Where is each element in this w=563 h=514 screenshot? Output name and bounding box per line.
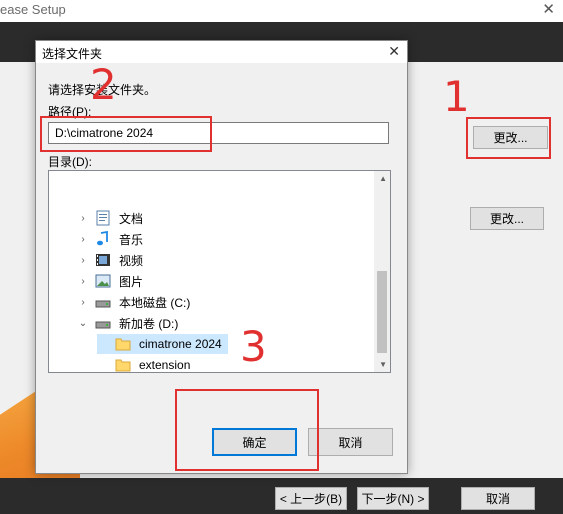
scroll-down-icon[interactable]: ▼ xyxy=(379,360,387,369)
background-window-title: ease Setup xyxy=(0,2,66,17)
document-icon xyxy=(95,210,111,226)
folder-icon xyxy=(115,357,131,372)
picture-icon xyxy=(95,273,111,289)
drive-icon xyxy=(95,315,111,331)
next-button[interactable]: 下一步(N) > xyxy=(357,487,429,510)
tree-item[interactable]: › 本地磁盘 (C:) xyxy=(77,292,194,312)
annotation-step-1: 1 xyxy=(443,72,470,121)
tree-item[interactable]: extension xyxy=(97,355,194,372)
expand-chevron-icon[interactable]: › xyxy=(77,297,89,308)
tree-item-label: 文档 xyxy=(119,211,144,226)
tree-item-label: 新加卷 (D:) xyxy=(119,316,179,331)
expanded-chevron-icon[interactable]: ⌄ xyxy=(77,318,89,329)
background-close-icon[interactable]: ✕ xyxy=(542,0,555,18)
tree-item[interactable]: › 音乐 xyxy=(77,229,147,249)
background-cancel-button[interactable]: 取消 xyxy=(461,487,535,510)
scroll-up-icon[interactable]: ▲ xyxy=(379,174,387,183)
annotation-box-1 xyxy=(466,117,551,159)
tree-item-label: extension xyxy=(139,358,191,372)
annotation-box-3 xyxy=(175,389,319,471)
tree-item[interactable]: › 图片 xyxy=(77,271,147,291)
expand-chevron-icon[interactable]: › xyxy=(77,255,89,266)
tree-item-label: cimatrone 2024 xyxy=(139,337,222,351)
background-titlebar: ease Setup ✕ xyxy=(0,0,563,22)
back-button[interactable]: < 上一步(B) xyxy=(275,487,347,510)
change-button-2[interactable]: 更改... xyxy=(470,207,544,230)
tree-item-label: 视频 xyxy=(119,253,144,268)
tree-item[interactable]: › 视频 xyxy=(77,250,147,270)
video-icon xyxy=(95,252,111,268)
music-icon xyxy=(95,231,111,247)
tree-item-label: 音乐 xyxy=(119,232,144,247)
directory-label: 目录(D): xyxy=(48,155,92,169)
folder-tree[interactable]: › 文档 › 音乐 › 视频 › 图片 › 本地磁盘 (C:) ⌄ 新加卷 (D:) cimatrone… xyxy=(48,170,391,373)
dialog-cancel-button[interactable]: 取消 xyxy=(308,428,393,456)
dialog-close-icon[interactable]: ✕ xyxy=(388,43,400,60)
annotation-step-2: 2 xyxy=(90,60,117,109)
expand-chevron-icon[interactable]: › xyxy=(77,213,89,224)
tree-item-label: 图片 xyxy=(119,274,144,289)
scroll-thumb[interactable] xyxy=(377,271,387,353)
folder-icon xyxy=(115,336,131,352)
tree-item-label: 本地磁盘 (C:) xyxy=(119,295,191,310)
expand-chevron-icon[interactable]: › xyxy=(77,234,89,245)
annotation-step-3: 3 xyxy=(240,322,267,371)
tree-item[interactable]: ⌄ 新加卷 (D:) xyxy=(77,313,182,333)
expand-chevron-icon[interactable]: › xyxy=(77,276,89,287)
tree-item[interactable]: › 文档 xyxy=(77,208,147,228)
tree-item[interactable]: cimatrone 2024 xyxy=(97,334,228,354)
tree-scrollbar[interactable]: ▲ ▼ xyxy=(374,171,390,372)
drive-icon xyxy=(95,294,111,310)
annotation-box-2 xyxy=(40,116,212,152)
